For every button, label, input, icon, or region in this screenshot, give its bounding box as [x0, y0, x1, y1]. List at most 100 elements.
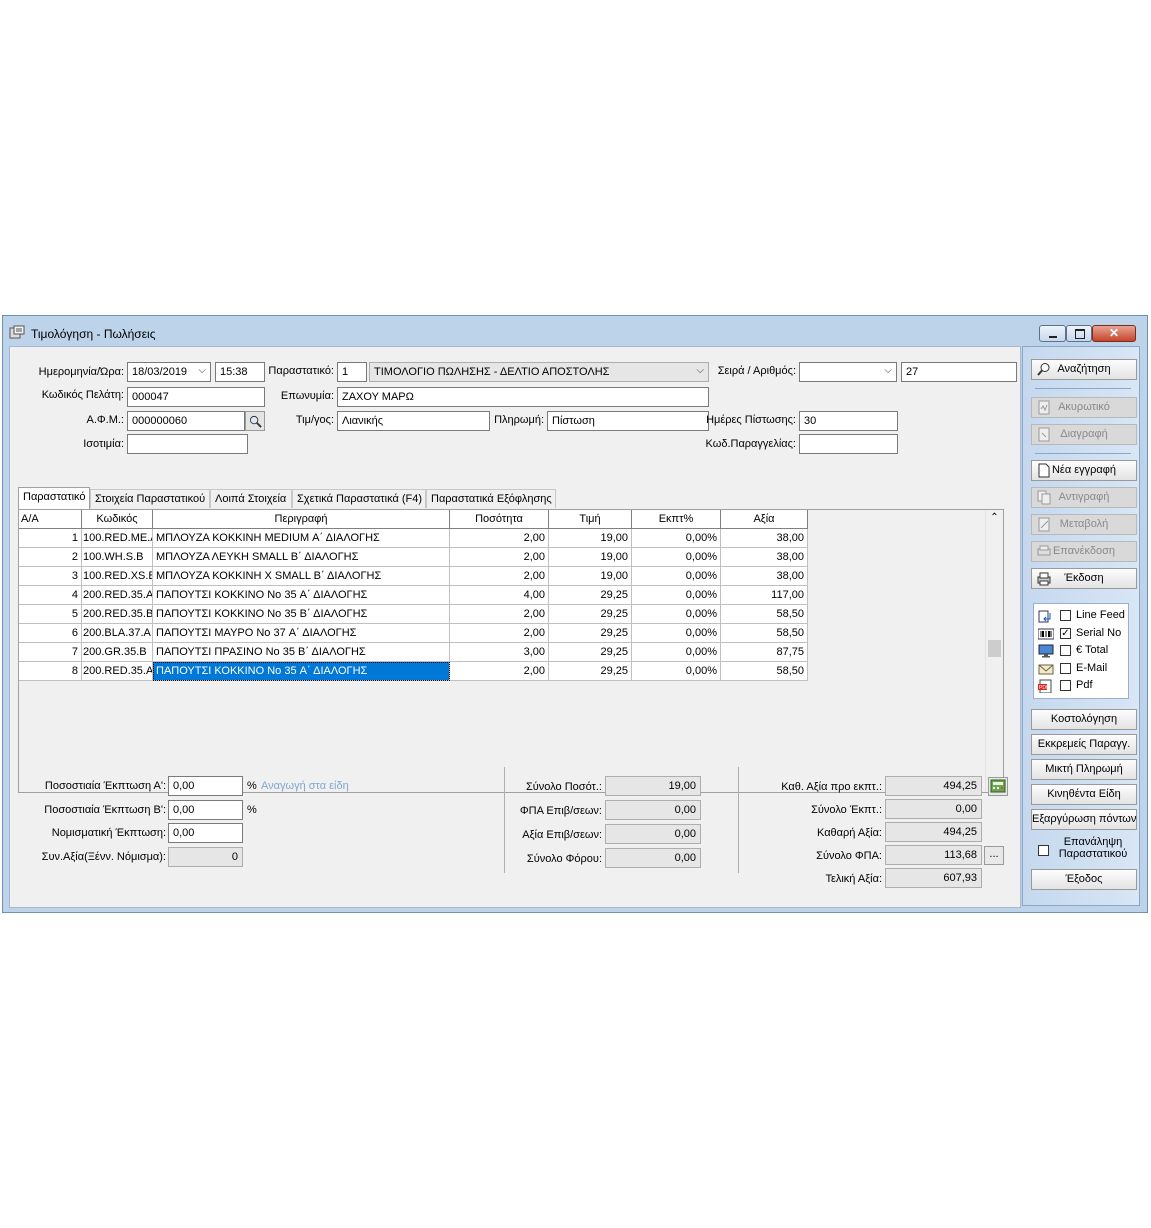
cell-discount[interactable]: 0,00% [631, 547, 721, 567]
cell-code[interactable]: 200.RED.35.B [81, 604, 153, 624]
cell-description[interactable]: ΠΑΠΟΥΤΣΙ ΠΡΑΣΙΝΟ No 35 Β΄ ΔΙΑΛΟΓΗΣ [152, 642, 450, 662]
cell-quantity[interactable]: 2,00 [449, 566, 549, 586]
option-e-mail[interactable]: E-Mail [1038, 661, 1126, 677]
cell-price[interactable]: 19,00 [548, 547, 632, 567]
col-quantity[interactable]: Ποσότητα [449, 510, 549, 529]
cell-quantity[interactable]: 3,00 [449, 642, 549, 662]
cell-quantity[interactable]: 2,00 [449, 528, 549, 548]
pricelist-field[interactable]: Λιανικής [337, 411, 490, 431]
cell-code[interactable]: 200.RED.35.A [81, 585, 153, 605]
col-price[interactable]: Τιμή [548, 510, 632, 529]
maximize-button[interactable] [1066, 325, 1092, 342]
costing-button[interactable]: Κοστολόγηση [1031, 709, 1137, 730]
table-row[interactable]: 6 200.BLA.37.A ΠΑΠΟΥΤΣΙ ΜΑΥΡΟ No 37 Α΄ ΔΙΑ… [19, 623, 808, 643]
cell-price[interactable]: 29,25 [548, 642, 632, 662]
option-pdf[interactable]: PDF Pdf [1038, 678, 1126, 694]
table-row[interactable]: 8 200.RED.35.A ΠΑΠΟΥΤΣΙ ΚΟΚΚΙΝΟ No 35 Α΄ Δ… [19, 661, 808, 681]
cell-price[interactable]: 29,25 [548, 604, 632, 624]
order-code-field[interactable] [799, 434, 898, 454]
cell-aa[interactable]: 6 [19, 623, 82, 643]
cell-discount[interactable]: 0,00% [631, 528, 721, 548]
col-code[interactable]: Κωδικός [81, 510, 153, 529]
pct-b-field[interactable]: 0,00 [168, 800, 243, 820]
checkbox[interactable] [1060, 610, 1071, 621]
cell-price[interactable]: 19,00 [548, 566, 632, 586]
cell-aa[interactable]: 8 [19, 661, 82, 681]
checkbox[interactable] [1060, 680, 1071, 691]
table-row[interactable]: 5 200.RED.35.B ΠΑΠΟΥΤΣΙ ΚΟΚΚΙΝΟ No 35 Β΄ Δ… [19, 604, 808, 624]
redeem-points-button[interactable]: Εξαργύρωση πόντων [1031, 809, 1137, 830]
cell-price[interactable]: 29,25 [548, 585, 632, 605]
vat-details-button[interactable]: ... [984, 846, 1004, 865]
reissue-button[interactable]: Επανέκδοση [1031, 541, 1137, 562]
name-field[interactable]: ΖΑΧΟΥ ΜΑΡΩ [337, 387, 709, 407]
series-select[interactable]: ⌵ [799, 362, 897, 382]
cell-aa[interactable]: 7 [19, 642, 82, 662]
cell-aa[interactable]: 4 [19, 585, 82, 605]
doc-code-field[interactable]: 1 [337, 362, 367, 382]
cell-price[interactable]: 29,25 [548, 623, 632, 643]
mixed-payment-button[interactable]: Μικτή Πληρωμή [1031, 759, 1137, 780]
parity-field[interactable] [127, 434, 248, 454]
edit-button[interactable]: Μεταβολή [1031, 514, 1137, 535]
cell-description[interactable]: ΠΑΠΟΥΤΣΙ ΚΟΚΚΙΝΟ No 35 Β΄ ΔΙΑΛΟΓΗΣ [152, 604, 450, 624]
col-aa[interactable]: Α/Α [19, 510, 82, 529]
new-record-button[interactable]: Νέα εγγραφή [1031, 460, 1137, 481]
reduce-to-items-link[interactable]: Αναγωγή στα είδη [261, 780, 349, 792]
table-row[interactable]: 3 100.RED.XS.B ΜΠΛΟΥΖΑ ΚΟΚΚΙΝΗ X SMALL Β΄ … [19, 566, 808, 586]
issue-button[interactable]: Έκδοση [1031, 568, 1137, 589]
payment-field[interactable]: Πίστωση [547, 411, 709, 431]
table-row[interactable]: 2 100.WH.S.B ΜΠΛΟΥΖΑ ΛΕΥΚΗ SMALL Β΄ ΔΙΑΛΟΓ… [19, 547, 808, 567]
cell-discount[interactable]: 0,00% [631, 604, 721, 624]
search-button[interactable]: Αναζήτηση [1031, 359, 1137, 380]
cell-quantity[interactable]: 2,00 [449, 604, 549, 624]
cell-price[interactable]: 29,25 [548, 661, 632, 681]
cell-value[interactable]: 117,00 [720, 585, 808, 605]
moved-items-button[interactable]: Κινηθέντα Είδη [1031, 784, 1137, 805]
cell-price[interactable]: 19,00 [548, 528, 632, 548]
tab-related-documents[interactable]: Σχετικά Παραστατικά (F4) [292, 489, 426, 508]
cell-description[interactable]: ΠΑΠΟΥΤΣΙ ΚΟΚΚΙΝΟ No 35 Α΄ ΔΙΑΛΟΓΗΣ [152, 661, 450, 681]
cell-value[interactable]: 38,00 [720, 547, 808, 567]
col-value[interactable]: Αξία [720, 510, 808, 529]
option-serial-no[interactable]: ✓ Serial No [1038, 626, 1126, 642]
checkbox[interactable] [1060, 645, 1071, 656]
delete-button[interactable]: Διαγραφή [1031, 424, 1137, 445]
table-row[interactable]: 7 200.GR.35.B ΠΑΠΟΥΤΣΙ ΠΡΑΣΙΝΟ No 35 Β΄ ΔΙ… [19, 642, 808, 662]
cell-aa[interactable]: 3 [19, 566, 82, 586]
tab-other-details[interactable]: Λοιπά Στοιχεία [210, 489, 292, 508]
cancel-document-button[interactable]: Ακυρωτικό [1031, 397, 1137, 418]
cell-value[interactable]: 38,00 [720, 566, 808, 586]
checkbox[interactable] [1038, 845, 1049, 856]
cell-quantity[interactable]: 2,00 [449, 547, 549, 567]
checkbox[interactable]: ✓ [1060, 627, 1071, 639]
exit-button[interactable]: Έξοδος [1031, 869, 1137, 890]
tab-document-details[interactable]: Στοιχεία Παραστατικού [90, 489, 210, 508]
table-row[interactable]: 1 100.RED.ME.A ΜΠΛΟΥΖΑ ΚΟΚΚΙΝΗ MEDIUM Α΄ Δ… [19, 528, 808, 548]
option-total[interactable]: € Total [1038, 643, 1126, 659]
grid-scrollbar[interactable]: ⌃ ⌄ [985, 510, 1003, 792]
date-field[interactable]: 18/03/2019 ⌵ [127, 362, 211, 382]
cell-discount[interactable]: 0,00% [631, 661, 721, 681]
tab-document[interactable]: Παραστατικό [18, 487, 90, 509]
scroll-up-icon[interactable]: ⌃ [986, 512, 1003, 523]
credit-days-field[interactable]: 30 [799, 411, 898, 431]
cell-description[interactable]: ΜΠΛΟΥΖΑ ΚΟΚΚΙΝΗ X SMALL Β΄ ΔΙΑΛΟΓΗΣ [152, 566, 450, 586]
items-grid[interactable]: Α/Α Κωδικός Περιγραφή Ποσότητα Τιμή Εκπτ… [18, 509, 1004, 793]
cell-value[interactable]: 58,50 [720, 661, 808, 681]
customer-code-field[interactable]: 000047 [127, 387, 265, 407]
minimize-button[interactable] [1039, 325, 1066, 342]
cell-value[interactable]: 38,00 [720, 528, 808, 548]
cell-code[interactable]: 200.GR.35.B [81, 642, 153, 662]
time-field[interactable]: 15:38 [215, 362, 265, 382]
cell-quantity[interactable]: 4,00 [449, 585, 549, 605]
doc-type-select[interactable]: ΤΙΜΟΛΟΓΙΟ ΠΩΛΗΣΗΣ - ΔΕΛΤΙΟ ΑΠΟΣΤΟΛΗΣ ⌵ [369, 362, 709, 382]
cell-value[interactable]: 87,75 [720, 642, 808, 662]
cell-value[interactable]: 58,50 [720, 623, 808, 643]
title-bar[interactable]: Τιμολόγηση - Πωλήσεις ✕ [3, 316, 1147, 346]
scrollbar-thumb[interactable] [988, 640, 1001, 657]
cell-discount[interactable]: 0,00% [631, 623, 721, 643]
col-description[interactable]: Περιγραφή [152, 510, 450, 529]
cell-description[interactable]: ΠΑΠΟΥΤΣΙ ΚΟΚΚΙΝΟ No 35 Α΄ ΔΙΑΛΟΓΗΣ [152, 585, 450, 605]
cell-description[interactable]: ΠΑΠΟΥΤΣΙ ΜΑΥΡΟ No 37 Α΄ ΔΙΑΛΟΓΗΣ [152, 623, 450, 643]
